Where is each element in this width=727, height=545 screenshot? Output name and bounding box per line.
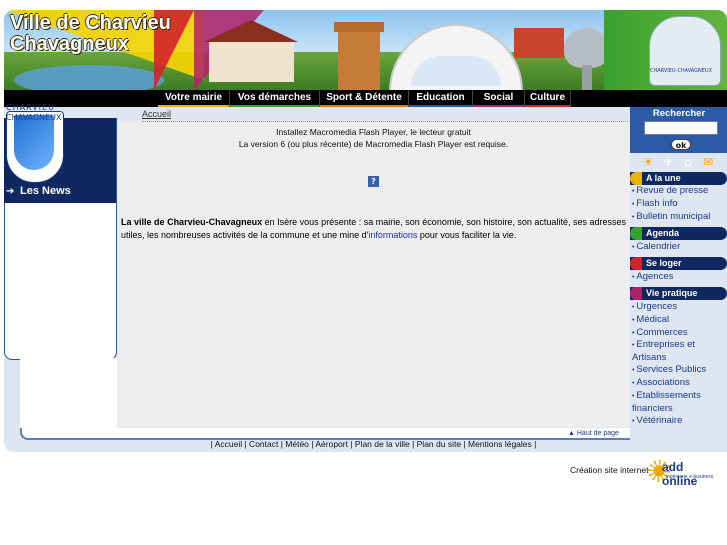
intro-bold: La ville de Charvieu-Chavagneux [121,217,263,227]
nav-label: Vos démarches [237,92,312,103]
search-input[interactable] [644,121,718,135]
section-vie-pratique: Vie pratique [630,287,727,300]
link-services-publics[interactable]: Services Publics [632,364,727,377]
nav-label: Sport & Détente [326,92,402,103]
map-icon[interactable]: ⌂ [680,155,696,169]
link-revue-de-presse[interactable]: Revue de presse [632,185,727,198]
link-calendrier[interactable]: Calendrier [632,241,727,254]
back-to-top-link[interactable]: ▲ Haut de page [568,430,619,437]
back-to-top-label: Haut de page [576,430,619,437]
nav-label: Culture [530,92,565,103]
section-agenda: Agenda [630,227,727,240]
left-lower-panel [20,358,117,428]
informations-link[interactable]: informations [368,230,417,240]
nav-votre-mairie[interactable]: Votre mairie [158,90,230,107]
main-content [117,121,630,427]
link-etablissements-financiers[interactable]: Etablissements financiers [632,390,727,415]
city-logo-text: CHARVIEU-CHAVAGNEUX [649,68,713,74]
news-title[interactable]: Les News [20,185,71,197]
nav-vos-demarches[interactable]: Vos démarches [230,90,320,107]
mail-icon[interactable]: ✉ [700,155,716,169]
nav-label: Votre mairie [164,92,223,103]
site-title-line2: Chavagneux [10,33,129,55]
link-medical[interactable]: Médical [632,314,727,327]
search-title: Rechercher [652,108,706,119]
flash-placeholder-icon[interactable]: ? [368,176,379,187]
weather-icon[interactable]: ☀ [640,155,656,169]
link-urgences[interactable]: Urgences [632,301,727,314]
breadcrumb-divider [142,121,628,122]
site-title[interactable]: Ville de Charvieu Chavagneux [10,13,171,55]
credit-text: Création site internet [570,465,649,475]
link-associations[interactable]: Associations [632,377,727,390]
intro-text2: pour vous faciliter la vie. [417,230,517,240]
section-title: Vie pratique [646,288,698,298]
city-logo [649,16,721,86]
section-title: Se loger [646,258,682,268]
nav-culture[interactable]: Culture [525,90,571,107]
link-entreprises-artisans[interactable]: Entreprises et Artisans [632,339,727,364]
link-agences[interactable]: Agences [632,271,727,284]
flash-notice-line1[interactable]: Installez Macromedia Flash Player, le le… [117,127,630,137]
link-flash-info[interactable]: Flash info [632,198,727,211]
nav-label: Social [483,92,514,103]
search-ok-button[interactable]: ok [671,139,691,150]
nav-label: Education [416,92,465,103]
section-a-la-une: A la une [630,172,727,185]
link-bulletin-municipal[interactable]: Bulletin municipal [632,211,727,224]
flash-notice-line2: La version 6 (ou plus récente) de Macrom… [238,139,509,149]
intro-paragraph: La ville de Charvieu-Chavagneux en Isère… [121,216,626,242]
nav-sport-detente[interactable]: Sport & Détente [320,90,409,107]
coat-text-side: CHAVAGNEUX [6,113,61,123]
plane-icon[interactable]: ✈ [660,155,676,169]
section-se-loger: Se loger [630,257,727,270]
link-veterinaire[interactable]: Vétérinaire [632,415,727,428]
coat-of-arms-emblem [14,115,54,170]
site-title-line1: Ville de Charvieu [10,12,171,34]
nav-social[interactable]: Social [473,90,525,107]
nav-education[interactable]: Education [409,90,473,107]
arrow-right-icon: ➔ [6,186,15,197]
section-title: Agenda [646,228,680,238]
breadcrumb[interactable]: Accueil [142,109,171,119]
add-online-logo-subtext: ingénierie e-business [666,474,714,480]
footer-links[interactable]: | Accueil | Contact | Météo | Aéroport |… [117,439,630,449]
add-online-logo[interactable]: add online ingénierie e-business [648,458,720,488]
section-title: A la une [646,173,681,183]
coat-text-top: CHARVIEU [6,103,55,112]
